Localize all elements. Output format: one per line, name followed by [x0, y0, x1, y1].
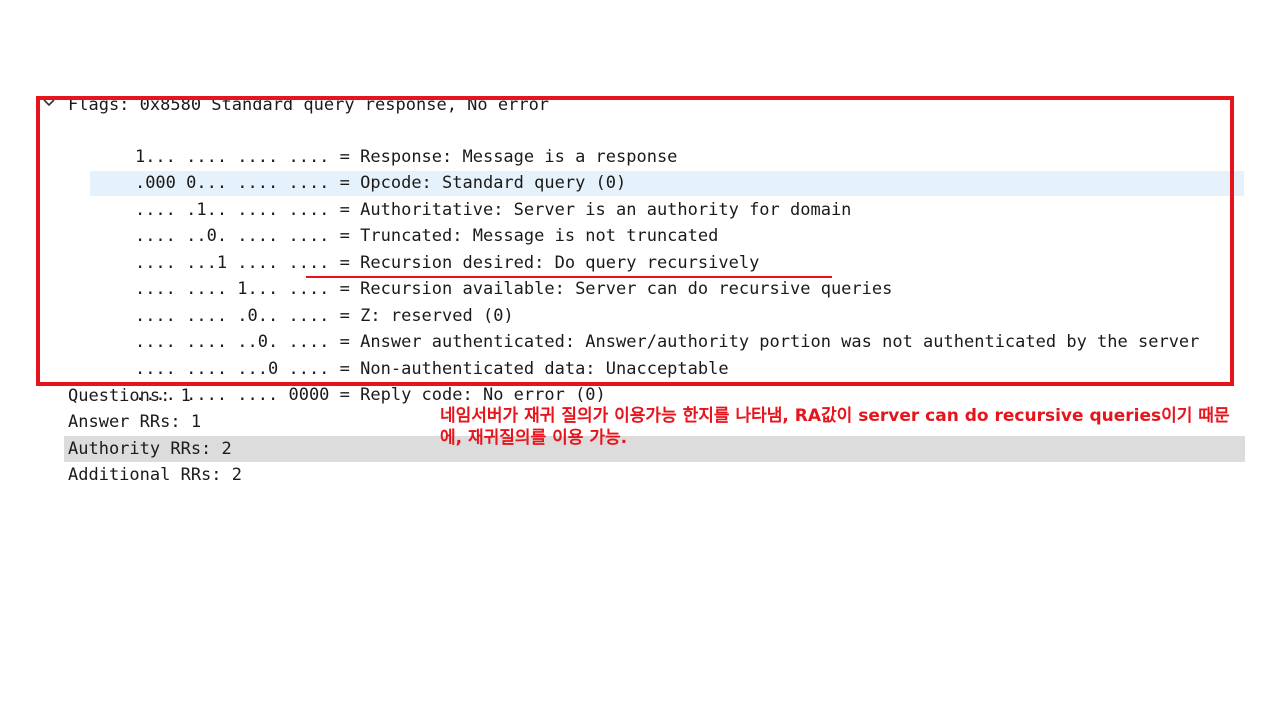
additional-rrs-row[interactable]: Additional RRs: 2 — [68, 462, 242, 488]
flags-highlight-box — [36, 96, 1234, 386]
answer-rrs-row[interactable]: Answer RRs: 1 — [68, 409, 201, 435]
recursion-available-underline — [306, 276, 832, 278]
questions-row[interactable]: Questions: 1 — [68, 383, 191, 409]
authority-rrs-row[interactable]: Authority RRs: 2 — [68, 436, 232, 462]
annotation-note: 네임서버가 재귀 질의가 이용가능 한지를 나타냄, RA값이 server c… — [440, 406, 1230, 448]
packet-details-tree: Flags: 0x8580 Standard query response, N… — [0, 0, 1280, 720]
